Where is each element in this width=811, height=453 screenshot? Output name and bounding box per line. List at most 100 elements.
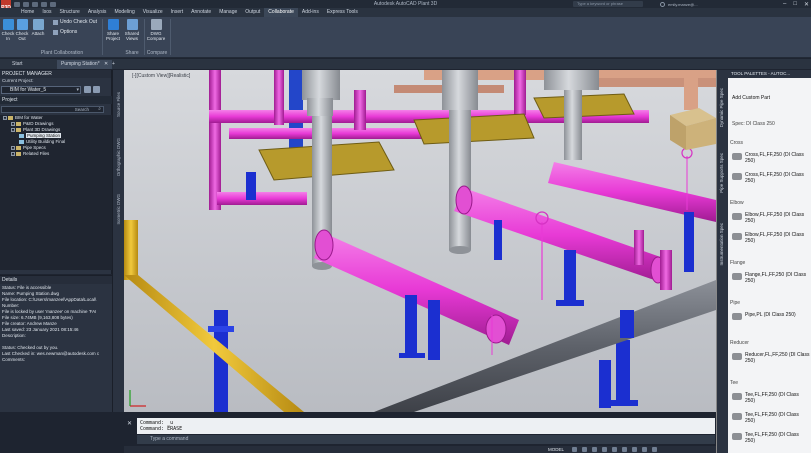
attach-button[interactable]: Attach: [30, 19, 46, 36]
tree-expand-icon[interactable]: −: [3, 115, 7, 120]
options-button[interactable]: Options: [53, 29, 77, 35]
tab-pumping-station[interactable]: Pumping Station* ✕: [57, 60, 113, 69]
tee-fitting-icon: [732, 433, 742, 440]
lineweight-icon[interactable]: [622, 447, 627, 452]
tab-add-ins[interactable]: Add-ins: [298, 8, 323, 17]
document-tabs: Start Pumping Station* ✕ +: [0, 59, 811, 69]
tab-manage[interactable]: Manage: [215, 8, 241, 17]
crate: [670, 108, 716, 150]
viewport-controls-label[interactable]: [-][Custom View][Realistic]: [132, 73, 190, 79]
tree-expand-icon[interactable]: −: [11, 145, 15, 150]
palette-tool-tee[interactable]: Tee,FL,FF,250 (DI Class 250): [732, 412, 810, 424]
palette-tool-tee[interactable]: Tee,FL,FF,250 (DI Class 250): [732, 432, 810, 444]
tab-dynamic-pipe-spec[interactable]: Dynamic Pipe Spec: [719, 88, 724, 127]
status-toggles: [572, 447, 657, 452]
side-tab-orthographic-dwg[interactable]: Orthographic DWG: [116, 138, 121, 176]
side-tab-source-files[interactable]: Source Files: [116, 92, 121, 117]
undo-check-out-button[interactable]: Undo Check Out: [53, 19, 97, 25]
palette-tool-label: Elbow,FL,FF,250 (DI Class 250): [745, 212, 805, 224]
tab-insert[interactable]: Insert: [167, 8, 188, 17]
palette-section-cross: Cross: [730, 140, 744, 146]
palette-tool-label: Flange,FL,FF,250 (DI Class 250): [745, 272, 807, 284]
palette-tool-tee[interactable]: Tee,FL,FF,250 (DI Class 250): [732, 392, 810, 404]
user-name[interactable]: emily.manze@...: [668, 2, 698, 7]
tab-pipe-supports-spec[interactable]: Pipe Supports Spec: [719, 153, 724, 193]
side-tab-isometric-dwg[interactable]: Isometric DWG: [116, 194, 121, 225]
project-side-tabs: Source Files Orthographic DWG Isometric …: [112, 70, 124, 412]
project-settings-icon[interactable]: [93, 86, 100, 93]
project-header: Project: [0, 96, 112, 104]
osnap-icon[interactable]: [612, 447, 617, 452]
tree-item[interactable]: − Related Files: [0, 151, 112, 157]
tab-analysis[interactable]: Analysis: [84, 8, 111, 17]
tab-isos[interactable]: Isos: [38, 8, 55, 17]
minimize-icon[interactable]: –: [783, 1, 786, 7]
palette-tool-elbow[interactable]: Elbow,FL,FF,250 (DI Class 250): [732, 232, 810, 244]
tab-structure[interactable]: Structure: [56, 8, 84, 17]
maximize-icon[interactable]: □: [793, 1, 797, 7]
tab-annotate[interactable]: Annotate: [187, 8, 215, 17]
snap-icon[interactable]: [582, 447, 587, 452]
palette-tool-flange[interactable]: Flange,FL,FF,250 (DI Class 250): [732, 272, 810, 284]
search-icon[interactable]: ⌕: [98, 107, 101, 112]
ribbon-panel: Check In Check Out Attach Undo Check Out…: [0, 17, 811, 58]
command-history: Command: _u Command: ERASE: [137, 418, 715, 434]
palette-tool-cross[interactable]: Cross,FL,FF,250 (DI Class 250): [732, 172, 810, 184]
palette-tool-label: Reducer,FL,FF,250 (DI Class 250): [745, 352, 810, 364]
tab-start[interactable]: Start: [8, 60, 27, 69]
tab-modeling[interactable]: Modeling: [110, 8, 138, 17]
palette-tool-cross[interactable]: Cross,FL,FF,250 (DI Class 250): [732, 152, 810, 164]
palette-tool-reducer[interactable]: Reducer,FL,FF,250 (DI Class 250): [732, 352, 810, 364]
tree-expand-icon[interactable]: −: [11, 121, 15, 126]
close-icon[interactable]: ✕: [804, 1, 809, 8]
current-project-select[interactable]: BIM for Water_5 ▾: [1, 86, 81, 94]
print-icon[interactable]: [84, 86, 91, 93]
flange-fitting-icon: [732, 273, 742, 280]
share-project-icon: [107, 19, 119, 30]
add-custom-part-button[interactable]: Add Custom Part: [732, 95, 770, 101]
palette-tool-elbow[interactable]: Elbow,FL,FF,250 (DI Class 250): [732, 212, 810, 224]
ortho-icon[interactable]: [592, 447, 597, 452]
tree-expand-icon[interactable]: −: [11, 151, 15, 156]
tab-visualize[interactable]: Visualize: [139, 8, 167, 17]
details-panel: Details Status: File is accessible Name: …: [0, 275, 112, 412]
folder-icon: [8, 115, 13, 120]
annotation-scale-icon[interactable]: [632, 447, 637, 452]
tree-expand-icon[interactable]: −: [11, 127, 15, 132]
user-area[interactable]: emily.manze@...: [660, 0, 698, 8]
tree-item-label: Utility Building Final: [26, 139, 66, 144]
tab-home[interactable]: Home: [17, 8, 38, 17]
tab-collaborate[interactable]: Collaborate: [264, 8, 298, 17]
command-input[interactable]: Type a command: [137, 435, 715, 444]
shared-views-button[interactable]: Shared Views: [123, 19, 141, 41]
dwg-compare-button[interactable]: DWG Compare: [146, 19, 166, 41]
user-icon: [660, 1, 665, 7]
panel-label-share: Share: [125, 50, 139, 56]
model-viewport[interactable]: [-][Custom View][Realistic]: [124, 70, 716, 412]
pipe-fitting-icon: [732, 313, 742, 320]
palette-tool-label: Tee,FL,FF,250 (DI Class 250): [745, 412, 799, 424]
share-project-button[interactable]: Share Project: [104, 19, 122, 41]
polar-icon[interactable]: [602, 447, 607, 452]
project-search-input[interactable]: Search ⌕: [1, 106, 104, 113]
tree-item-label: Plant 3D Drawings: [23, 127, 61, 132]
customize-icon[interactable]: [652, 447, 657, 452]
tab-instrumentation-spec[interactable]: Instrumentation Spec: [719, 223, 724, 266]
cross-fitting-icon: [732, 153, 742, 160]
tree-item-label: P&ID Drawings: [23, 121, 54, 126]
workspace-icon[interactable]: [642, 447, 647, 452]
check-out-button[interactable]: Check Out: [14, 19, 30, 41]
tree-item-label: BIM for Water: [15, 115, 43, 120]
tab-express-tools[interactable]: Express Tools: [323, 8, 362, 17]
tree-item-label: Related Files: [23, 151, 50, 156]
command-close-icon[interactable]: ✕: [127, 420, 132, 427]
window-controls: – □ ✕: [783, 0, 809, 8]
palette-tool-pipe[interactable]: Pipe,PL (DI Class 250): [732, 312, 810, 320]
search-input[interactable]: Type a keyword or phrase: [573, 1, 643, 7]
tool-palette-tabs: Dynamic Pipe Spec Pipe Supports Spec Ins…: [717, 78, 728, 453]
new-tab-button[interactable]: +: [108, 60, 119, 69]
tab-output[interactable]: Output: [241, 8, 264, 17]
tree-item-label: Pipe Specs: [23, 145, 46, 150]
model-space-button[interactable]: MODEL: [548, 446, 564, 453]
grid-icon[interactable]: [572, 447, 577, 452]
